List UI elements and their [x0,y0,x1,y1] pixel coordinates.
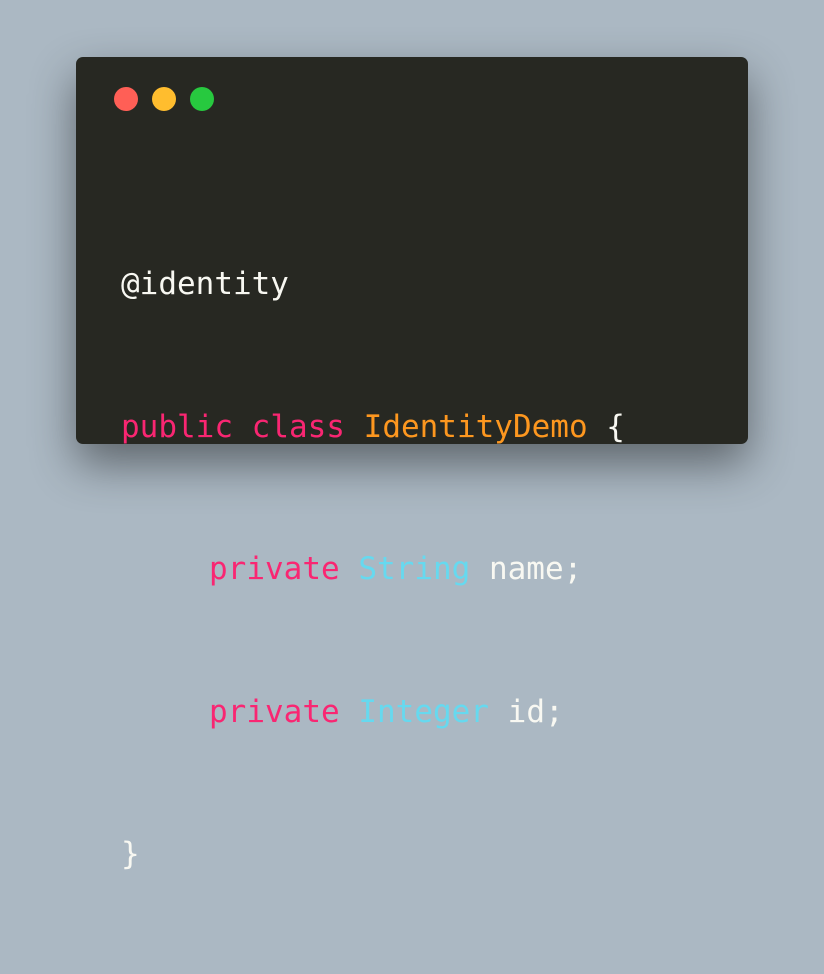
code-line-field-id: private Integer id; [121,689,625,737]
window-controls [114,87,214,111]
identifier-token: id; [507,693,564,730]
keyword-token: public [121,408,233,445]
class-name-token: IdentityDemo [363,408,588,445]
code-line-annotation: @identity [121,261,625,309]
keyword-token: private [209,693,340,730]
code-line-closing-brace: } [121,831,625,879]
keyword-token: class [251,408,345,445]
minimize-dot-icon[interactable] [152,87,176,111]
type-token: String [358,551,471,587]
annotation-token: @identity [121,266,289,302]
identifier-token: name; [488,551,583,587]
close-dot-icon[interactable] [114,87,138,111]
brace-token: { [606,408,625,445]
keyword-token: private [209,551,340,587]
code-block: @identity public class IdentityDemo { pr… [121,166,625,974]
type-token: Integer [358,693,489,730]
brace-token: } [121,836,140,872]
maximize-dot-icon[interactable] [190,87,214,111]
code-line-class-declaration: public class IdentityDemo { [121,404,625,452]
code-window: @identity public class IdentityDemo { pr… [76,57,748,872]
code-line-field-name: private String name; [121,546,625,594]
